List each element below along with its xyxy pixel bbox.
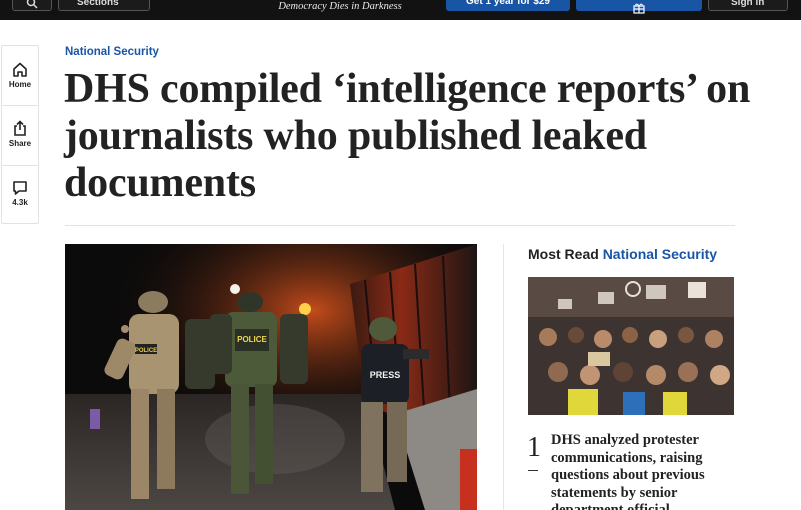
column-divider <box>503 244 504 510</box>
article-share-rail: Home Share 4.3k <box>1 45 39 224</box>
section-kicker-link[interactable]: National Security <box>65 46 159 58</box>
protest-police-photo: POLICE POLICE PRESS <box>65 244 477 510</box>
headline-divider <box>65 225 735 226</box>
top-navigation-bar: Sections Democracy Dies in Darkness Get … <box>0 0 801 20</box>
rail-divider <box>2 105 38 106</box>
share-icon <box>14 120 26 136</box>
most-read-label: Most Read <box>528 246 599 262</box>
protest-crowd-photo <box>528 277 734 415</box>
comments-rail-button[interactable]: 4.3k <box>2 180 38 207</box>
search-button[interactable] <box>12 0 52 11</box>
article-headline: DHS compiled ‘intelligence reports’ on j… <box>64 66 751 206</box>
vest-label-2: POLICE <box>237 335 267 344</box>
rail-divider <box>2 165 38 166</box>
comment-icon <box>13 181 27 195</box>
vest-label-1: POLICE <box>135 348 157 354</box>
search-icon <box>26 0 38 9</box>
most-read-thumbnail[interactable] <box>528 277 734 415</box>
share-rail-label: Share <box>8 139 32 148</box>
sections-menu-button[interactable]: Sections <box>58 0 150 11</box>
share-rail-button[interactable]: Share <box>2 120 38 148</box>
gift-subscription-button[interactable] <box>576 0 702 14</box>
site-tagline: Democracy Dies in Darkness <box>278 1 402 12</box>
most-read-section[interactable]: National Security <box>603 246 717 262</box>
most-read-article-link[interactable]: DHS analyzed protester communications, r… <box>551 432 736 510</box>
home-rail-button[interactable]: Home <box>2 62 38 89</box>
home-icon <box>13 62 27 77</box>
hero-photo: POLICE POLICE PRESS <box>65 244 477 510</box>
comments-count: 4.3k <box>12 198 28 207</box>
home-rail-label: Home <box>8 80 32 89</box>
most-read-rank: 1 <box>527 432 541 463</box>
most-read-heading: Most Read National Security <box>528 246 717 262</box>
vest-label-3: PRESS <box>370 370 401 380</box>
sign-in-button[interactable]: Sign in <box>708 0 788 11</box>
rank-underline <box>528 470 538 471</box>
subscribe-button[interactable]: Get 1 year for $29 <box>446 0 570 11</box>
gift-icon <box>633 3 645 14</box>
